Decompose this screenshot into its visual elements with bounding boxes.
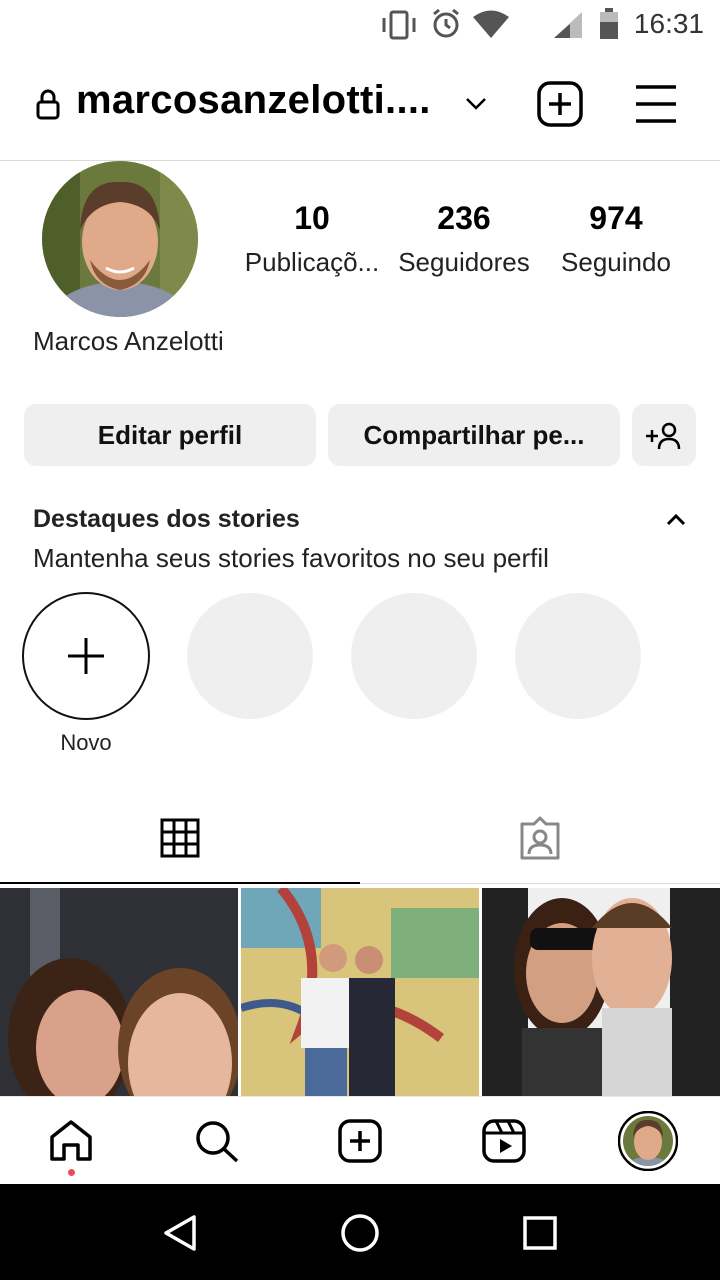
chevron-up-icon[interactable] (664, 510, 688, 530)
highlights-subtitle: Mantenha seus stories favoritos no seu p… (33, 543, 549, 573)
add-person-icon (646, 422, 681, 450)
discover-people-button[interactable] (632, 404, 696, 466)
notification-dot (68, 1169, 75, 1176)
status-bar: 16:31 (0, 0, 720, 50)
profile-avatar[interactable] (618, 1111, 678, 1171)
new-post-icon[interactable] (536, 80, 584, 128)
active-tab-indicator (0, 882, 360, 884)
recents-icon[interactable] (522, 1215, 558, 1251)
signal-icon (554, 12, 582, 38)
stat-followers[interactable]: 236 Seguidores (384, 200, 544, 278)
edit-profile-button[interactable]: Editar perfil (24, 404, 316, 466)
highlight-placeholder (515, 593, 641, 719)
create-icon[interactable] (338, 1119, 382, 1163)
tab-divider (360, 883, 720, 884)
stat-posts[interactable]: 10 Publicaçõ... (232, 200, 392, 278)
grid-icon[interactable] (160, 818, 200, 858)
battery-icon (600, 8, 618, 39)
home-circle-icon[interactable] (340, 1213, 380, 1253)
new-highlight-label: Novo (60, 730, 112, 755)
reels-icon[interactable] (482, 1119, 526, 1163)
back-icon[interactable] (162, 1214, 198, 1252)
post-thumbnail[interactable] (0, 888, 238, 1096)
stat-posts-count: 10 (294, 200, 330, 236)
system-navigation-bar (0, 1184, 720, 1280)
post-thumbnail[interactable] (241, 888, 479, 1096)
bottom-navigation (0, 1096, 720, 1185)
share-profile-button[interactable]: Compartilhar pe... (328, 404, 620, 466)
stat-posts-label: Publicaçõ... (244, 247, 380, 277)
plus-icon (68, 638, 104, 674)
highlight-placeholder (351, 593, 477, 719)
highlights-title: Destaques dos stories (33, 505, 300, 533)
menu-icon[interactable] (634, 84, 678, 124)
search-icon[interactable] (194, 1119, 240, 1163)
post-thumbnail[interactable] (482, 888, 720, 1096)
stat-followers-count: 236 (437, 200, 491, 236)
stat-following-label: Seguindo (561, 247, 671, 277)
lock-icon (36, 89, 60, 120)
tagged-icon[interactable] (518, 816, 562, 860)
highlight-placeholder (187, 593, 313, 719)
status-time: 16:31 (633, 8, 704, 39)
new-highlight-button[interactable] (22, 592, 150, 720)
wifi-icon (473, 10, 509, 38)
alarm-icon (433, 8, 459, 38)
profile-avatar[interactable] (40, 160, 200, 318)
vibrate-icon (382, 10, 416, 40)
stat-followers-label: Seguidores (398, 247, 530, 277)
chevron-down-icon[interactable] (464, 96, 488, 112)
stat-following-count: 974 (589, 200, 643, 236)
username-switcher[interactable]: marcosanzelotti.... (76, 78, 431, 123)
stat-following[interactable]: 974 Seguindo (536, 200, 696, 278)
full-name: Marcos Anzelotti (33, 326, 224, 356)
home-icon[interactable] (48, 1119, 94, 1161)
